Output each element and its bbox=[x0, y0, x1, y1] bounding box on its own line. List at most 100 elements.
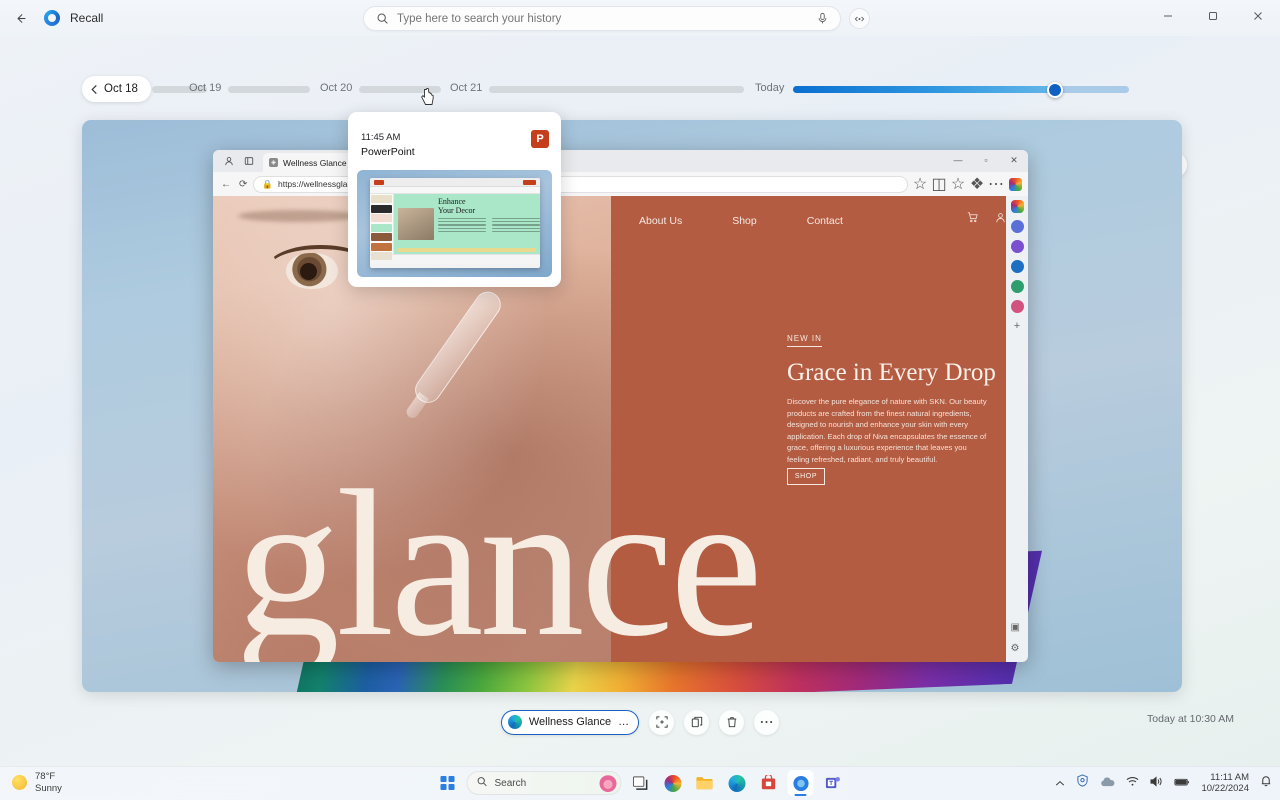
lotus-icon[interactable] bbox=[599, 774, 617, 792]
security-icon[interactable] bbox=[1076, 774, 1089, 792]
search-icon bbox=[477, 776, 488, 790]
snapshot-action-bar: Wellness Glance … bbox=[0, 706, 1280, 738]
app-filter-chip[interactable]: Wellness Glance … bbox=[500, 709, 640, 735]
nav-item-contact: Contact bbox=[806, 215, 843, 227]
timeline-slider-thumb[interactable] bbox=[1047, 82, 1063, 98]
collections-icon: ▣ bbox=[1010, 622, 1020, 633]
click-to-do-button[interactable] bbox=[649, 709, 675, 735]
teams-icon[interactable] bbox=[820, 770, 846, 796]
hero-body-text: Discover the pure elegance of nature wit… bbox=[787, 397, 987, 464]
timeline-slider-fill bbox=[793, 86, 1055, 93]
timeline-segment[interactable] bbox=[489, 86, 744, 93]
close-icon: ✕ bbox=[1010, 154, 1018, 165]
copilot-icon bbox=[1010, 200, 1024, 213]
hero-text-panel: About Us Shop Contact NEW IN Grace in Ev… bbox=[611, 196, 1028, 662]
search-box[interactable] bbox=[363, 6, 841, 31]
wifi-icon[interactable] bbox=[1126, 774, 1139, 792]
onedrive-icon[interactable] bbox=[1100, 774, 1115, 792]
taskbar-search-box[interactable]: Search bbox=[466, 771, 622, 795]
copy-button[interactable] bbox=[684, 709, 710, 735]
timeline-hover-card[interactable]: 11:45 AM PowerPoint P Enhance Your Decor bbox=[348, 112, 561, 287]
hero-shop-button: SHOP bbox=[787, 468, 825, 485]
taskbar-time: 11:11 AM bbox=[1210, 772, 1249, 783]
minimize-icon: — bbox=[953, 155, 963, 165]
file-explorer-icon[interactable] bbox=[692, 770, 718, 796]
timeline-label-oct20[interactable]: Oct 20 bbox=[320, 82, 352, 94]
notification-bell-icon[interactable] bbox=[1260, 774, 1272, 792]
copilot-icon[interactable] bbox=[660, 770, 686, 796]
timeline-label-oct21[interactable]: Oct 21 bbox=[450, 82, 482, 94]
sidebar-app-icon bbox=[1010, 280, 1024, 293]
timeline-active-date-label: Oct 18 bbox=[104, 83, 138, 95]
app-title: Recall bbox=[70, 11, 104, 25]
nav-item-about-us: About Us bbox=[639, 215, 683, 227]
back-button[interactable] bbox=[6, 4, 34, 32]
account-icon bbox=[995, 212, 1006, 226]
profile-icon bbox=[221, 153, 237, 169]
site-navigation: About Us Shop Contact bbox=[611, 196, 1028, 246]
split-screen-icon: ◫ bbox=[931, 176, 947, 193]
browser-tab-title: Wellness Glance bbox=[283, 157, 347, 168]
web-page-content: About Us Shop Contact NEW IN Grace in Ev… bbox=[213, 196, 1028, 662]
recall-snapshot[interactable]: ◈ Wellness Glance ✕ — ▫ ✕ ← ⟳ 🔒 https://… bbox=[82, 120, 1182, 692]
task-view-icon[interactable] bbox=[628, 770, 654, 796]
windows-start-icon[interactable] bbox=[435, 770, 461, 796]
weather-widget[interactable]: 78°F Sunny bbox=[12, 771, 62, 794]
minimize-button[interactable] bbox=[1145, 0, 1190, 32]
add-icon: + bbox=[1013, 320, 1021, 332]
mouse-cursor-icon bbox=[420, 87, 436, 106]
microsoft-store-icon[interactable] bbox=[756, 770, 782, 796]
close-button[interactable] bbox=[1235, 0, 1280, 32]
app-filter-chip-label: Wellness Glance bbox=[528, 716, 612, 728]
timeline-active-date[interactable]: Oct 18 bbox=[82, 76, 151, 102]
lock-icon: 🔒 bbox=[262, 178, 273, 189]
taskbar-date: 10/22/2024 bbox=[1201, 783, 1249, 794]
powerpoint-window-preview: Enhance Your Decor bbox=[370, 178, 540, 268]
maximize-button[interactable] bbox=[1190, 0, 1235, 32]
edge-icon[interactable] bbox=[724, 770, 750, 796]
sidebar-app-icon bbox=[1010, 300, 1024, 313]
edge-icon bbox=[507, 715, 522, 729]
timeline-label-today[interactable]: Today bbox=[755, 82, 784, 94]
timeline-slider-track[interactable] bbox=[793, 86, 1129, 93]
chevron-left-icon bbox=[91, 84, 97, 94]
nav-item-shop: Shop bbox=[732, 215, 757, 227]
timeline-segment[interactable] bbox=[228, 86, 310, 93]
hover-card-thumbnail: Enhance Your Decor bbox=[357, 170, 552, 277]
search-area bbox=[363, 6, 870, 31]
favorites-icon: ☆ bbox=[950, 176, 966, 193]
browser-toolbar: ← ⟳ 🔒 https://wellnessglance.com ☆ ◫ ☆ ❖… bbox=[213, 172, 1028, 196]
search-icon bbox=[376, 12, 389, 25]
taskbar-clock[interactable]: 11:11 AM 10/22/2024 bbox=[1201, 772, 1249, 794]
battery-icon[interactable] bbox=[1174, 774, 1190, 792]
weather-condition: Sunny bbox=[35, 782, 62, 794]
snapshot-timestamp: Today at 10:30 AM bbox=[1147, 713, 1234, 725]
taskbar-search-placeholder: Search bbox=[494, 777, 527, 789]
click-to-do-button[interactable] bbox=[849, 8, 870, 29]
timeline-label-oct19[interactable]: Oct 19 bbox=[189, 82, 221, 94]
chevron-up-icon[interactable] bbox=[1055, 774, 1065, 792]
browser-tab-strip: ◈ Wellness Glance ✕ — ▫ ✕ bbox=[213, 150, 1028, 172]
app-filter-chip-more-icon[interactable]: … bbox=[618, 716, 629, 728]
collections-icon: ❖ bbox=[969, 176, 985, 193]
shopping-cart-icon bbox=[967, 212, 978, 226]
more-options-button[interactable] bbox=[754, 709, 780, 735]
hover-card-app-name: PowerPoint bbox=[361, 146, 415, 158]
timeline[interactable]: Oct 18 Oct 19 Oct 20 Oct 21 Today Now bbox=[0, 76, 1280, 178]
back-arrow-icon: ← bbox=[221, 178, 231, 190]
favorite-add-icon: ☆ bbox=[912, 176, 928, 193]
windows-taskbar: 78°F Sunny Search 11:11 AM 10/22/2024 bbox=[0, 766, 1280, 800]
weather-temperature: 78°F bbox=[35, 771, 56, 782]
browser-nav-buttons: ← ⟳ bbox=[219, 179, 247, 190]
delete-button[interactable] bbox=[719, 709, 745, 735]
recall-icon[interactable] bbox=[787, 770, 814, 796]
volume-icon[interactable] bbox=[1150, 774, 1163, 792]
microphone-icon[interactable] bbox=[813, 9, 832, 28]
hero-eyebrow: NEW IN bbox=[787, 334, 822, 347]
browser-window-screenshot: ◈ Wellness Glance ✕ — ▫ ✕ ← ⟳ 🔒 https://… bbox=[213, 150, 1028, 662]
hero-headline: Grace in Every Drop bbox=[787, 359, 996, 386]
taskbar-apps: Search bbox=[435, 770, 846, 796]
maximize-icon: ▫ bbox=[984, 155, 988, 165]
collections-icon bbox=[241, 153, 257, 169]
search-input[interactable] bbox=[397, 12, 813, 25]
